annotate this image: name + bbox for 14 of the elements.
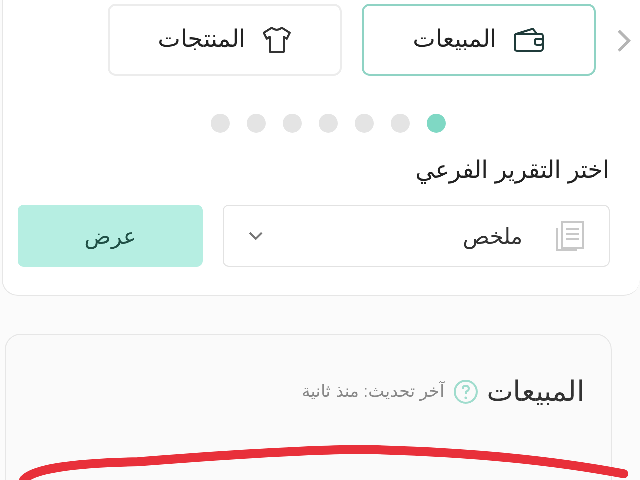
- chevron-down-icon: [248, 231, 264, 241]
- subreport-select[interactable]: ملخص: [223, 205, 610, 267]
- card-title: المبيعات: [487, 375, 585, 409]
- chevron-right-icon[interactable]: [616, 28, 632, 54]
- subreport-label: اختر التقرير الفرعي: [414, 156, 611, 186]
- shirt-icon: [262, 26, 292, 54]
- tab[interactable]: المنتجات: [108, 4, 342, 76]
- wallet-icon: [513, 27, 545, 53]
- help-icon[interactable]: [453, 379, 479, 405]
- select-value: ملخص: [463, 222, 523, 252]
- document-icon: [555, 220, 585, 252]
- last-updated-text: آخر تحديث: منذ ثانية: [302, 380, 445, 404]
- tab[interactable]: المبيعات: [362, 4, 596, 76]
- show-button[interactable]: عرض: [18, 205, 204, 267]
